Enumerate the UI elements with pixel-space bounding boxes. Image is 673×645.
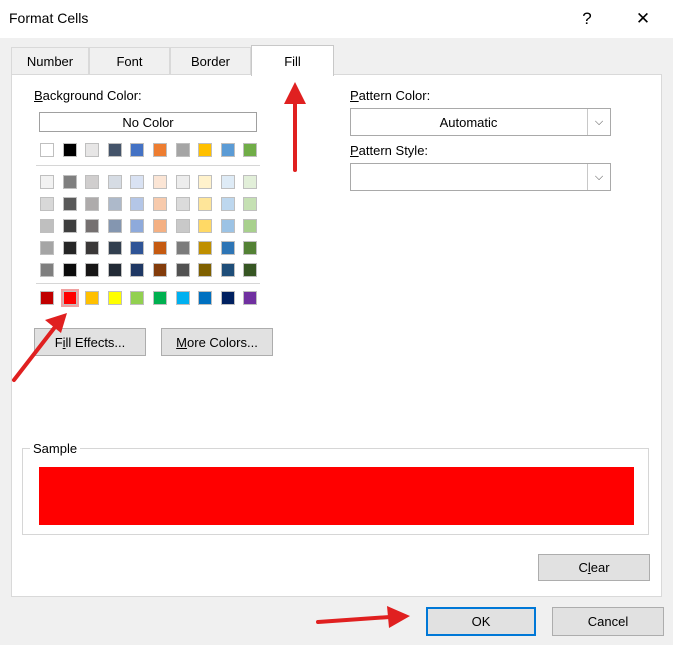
- theme-tint-swatch[interactable]: [198, 263, 213, 277]
- standard-color-swatch[interactable]: [60, 289, 79, 307]
- theme-tint-swatch[interactable]: [175, 219, 190, 233]
- pattern-style-label: Pattern Style:: [350, 143, 429, 158]
- theme-tint-swatch[interactable]: [107, 263, 122, 277]
- theme-tint-swatch[interactable]: [153, 175, 167, 189]
- theme-tint-swatch[interactable]: [40, 197, 54, 211]
- standard-color-swatch[interactable]: [85, 291, 100, 305]
- theme-tint-swatch[interactable]: [107, 175, 122, 189]
- pattern-color-value: Automatic: [439, 114, 498, 130]
- palette-divider: [36, 283, 260, 284]
- ok-button[interactable]: OK: [426, 607, 536, 636]
- pattern-style-value: [351, 164, 586, 190]
- standard-color-swatch[interactable]: [107, 291, 122, 305]
- standard-color-swatch[interactable]: [40, 291, 54, 305]
- standard-color-swatch[interactable]: [220, 291, 235, 305]
- theme-tint-swatch[interactable]: [130, 263, 145, 277]
- theme-color-swatch[interactable]: [40, 143, 54, 157]
- theme-tint-swatch[interactable]: [85, 197, 100, 211]
- theme-color-swatch[interactable]: [153, 143, 167, 157]
- cancel-button[interactable]: Cancel: [552, 607, 664, 636]
- theme-tint-swatch[interactable]: [220, 175, 235, 189]
- theme-tint-swatch[interactable]: [153, 219, 167, 233]
- theme-tint-swatch[interactable]: [130, 175, 145, 189]
- theme-tint-swatch[interactable]: [175, 263, 190, 277]
- theme-tint-swatch[interactable]: [220, 241, 235, 255]
- chevron-down-icon[interactable]: ⌵: [587, 164, 610, 190]
- theme-tint-swatch[interactable]: [62, 197, 77, 211]
- theme-tint-swatch[interactable]: [198, 175, 213, 189]
- arrow-head: [387, 606, 410, 628]
- theme-tint-swatch[interactable]: [40, 219, 54, 233]
- theme-tint-swatch[interactable]: [220, 197, 235, 211]
- more-colors-button[interactable]: More Colors...: [161, 328, 273, 356]
- theme-tint-swatch[interactable]: [220, 219, 235, 233]
- standard-color-swatch[interactable]: [130, 291, 145, 305]
- theme-tint-swatch[interactable]: [198, 219, 213, 233]
- theme-tint-swatch[interactable]: [175, 175, 190, 189]
- clear-button[interactable]: Cl ear: [538, 554, 650, 581]
- theme-tint-swatch[interactable]: [40, 175, 54, 189]
- theme-color-swatch[interactable]: [85, 143, 100, 157]
- theme-tint-swatch[interactable]: [153, 263, 167, 277]
- theme-color-swatch[interactable]: [107, 143, 122, 157]
- theme-tint-swatch[interactable]: [198, 197, 213, 211]
- theme-tint-swatch[interactable]: [130, 197, 145, 211]
- close-icon[interactable]: ✕: [628, 5, 658, 33]
- theme-tint-swatch[interactable]: [85, 219, 100, 233]
- theme-tint-swatch[interactable]: [175, 241, 190, 255]
- theme-tint-swatch[interactable]: [62, 175, 77, 189]
- standard-color-swatch[interactable]: [198, 291, 213, 305]
- theme-tint-swatch[interactable]: [175, 197, 190, 211]
- standard-color-swatch[interactable]: [175, 291, 190, 305]
- palette-divider: [36, 165, 260, 166]
- theme-tint-swatch[interactable]: [243, 263, 258, 277]
- theme-color-swatch[interactable]: [130, 143, 145, 157]
- theme-tint-swatch[interactable]: [62, 241, 77, 255]
- theme-color-swatch[interactable]: [198, 143, 213, 157]
- theme-color-swatch[interactable]: [175, 143, 190, 157]
- theme-tint-swatch[interactable]: [243, 241, 258, 255]
- theme-tint-swatch[interactable]: [40, 241, 54, 255]
- theme-tint-swatch[interactable]: [85, 175, 100, 189]
- theme-tint-swatch[interactable]: [85, 263, 100, 277]
- theme-tint-swatch[interactable]: [198, 241, 213, 255]
- pattern-color-dropdown[interactable]: Automatic ⌵: [350, 108, 611, 136]
- theme-color-swatch[interactable]: [243, 143, 258, 157]
- theme-tint-swatch[interactable]: [243, 219, 258, 233]
- theme-tint-swatch[interactable]: [153, 197, 167, 211]
- theme-color-swatch[interactable]: [62, 143, 77, 157]
- chevron-down-icon[interactable]: ⌵: [587, 109, 610, 135]
- theme-tint-swatch[interactable]: [62, 263, 77, 277]
- theme-tint-swatch[interactable]: [153, 241, 167, 255]
- pattern-style-dropdown[interactable]: ⌵: [350, 163, 611, 191]
- arrow-to-ok-button: [316, 615, 392, 624]
- theme-tint-swatch[interactable]: [130, 219, 145, 233]
- no-color-button[interactable]: No Color: [39, 112, 257, 132]
- tab-border[interactable]: Border: [170, 47, 251, 74]
- theme-tint-swatch[interactable]: [220, 263, 235, 277]
- standard-color-swatch[interactable]: [153, 291, 167, 305]
- theme-tint-swatch[interactable]: [40, 263, 54, 277]
- tab-number[interactable]: Number: [11, 47, 89, 74]
- theme-tint-swatch[interactable]: [130, 241, 145, 255]
- standard-color-swatch[interactable]: [243, 291, 258, 305]
- theme-tint-swatch[interactable]: [107, 219, 122, 233]
- help-icon[interactable]: ?: [572, 5, 602, 33]
- theme-tint-swatch[interactable]: [107, 241, 122, 255]
- theme-tint-swatch[interactable]: [107, 197, 122, 211]
- tab-fill[interactable]: Fill: [251, 45, 334, 76]
- sample-preview: [39, 467, 634, 525]
- theme-tint-swatch[interactable]: [85, 241, 100, 255]
- theme-tint-swatch[interactable]: [62, 219, 77, 233]
- tab-font[interactable]: Font: [89, 47, 170, 74]
- fill-effects-button[interactable]: Fi ll Effects...: [34, 328, 146, 356]
- theme-tint-swatch[interactable]: [243, 175, 258, 189]
- theme-tint-swatch[interactable]: [243, 197, 258, 211]
- theme-color-swatch[interactable]: [220, 143, 235, 157]
- sample-label: Sample: [30, 441, 81, 456]
- dialog-title: Format Cells: [9, 10, 89, 26]
- background-color-label: Background Color:: [34, 88, 142, 103]
- pattern-color-label: Pattern Color:: [350, 88, 431, 103]
